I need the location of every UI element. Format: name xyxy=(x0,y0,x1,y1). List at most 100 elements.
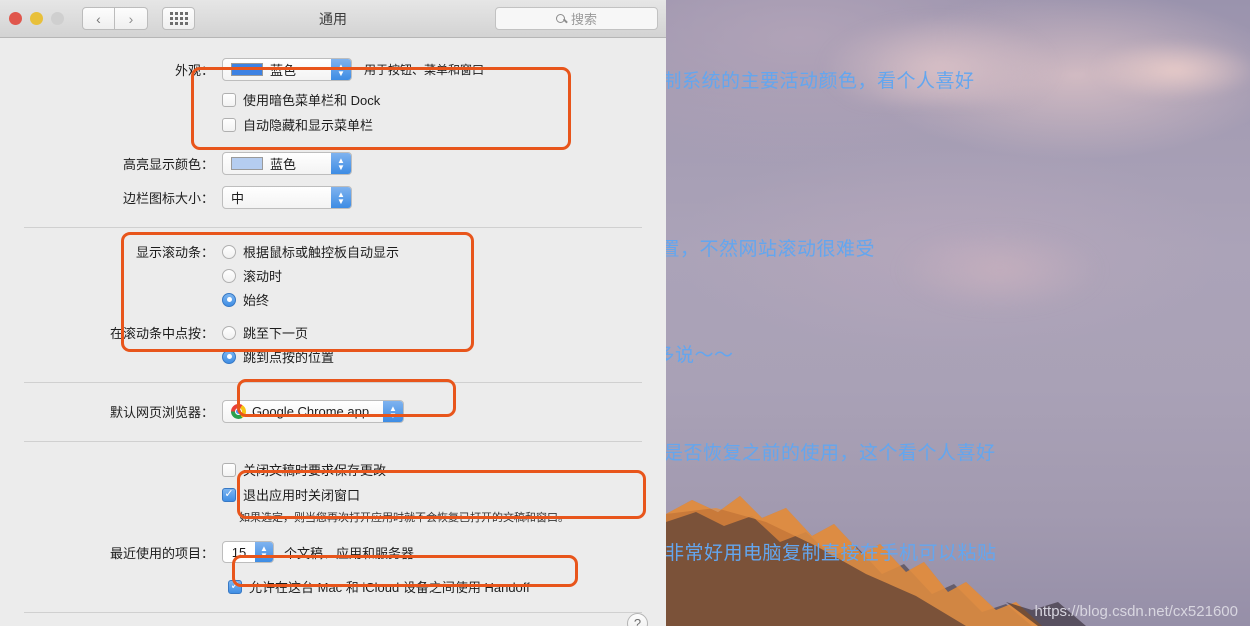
forward-button[interactable]: › xyxy=(115,7,148,30)
search-icon xyxy=(555,14,565,23)
default-browser-row: 默认网页浏览器： Google Chrome.app ▲ ▼ xyxy=(0,400,666,423)
scrollbar-option-when-scrolling[interactable]: 滚动时 xyxy=(222,266,282,285)
help-button[interactable]: ? xyxy=(627,613,648,626)
navigation-buttons: ‹ › xyxy=(82,7,148,30)
back-button[interactable]: ‹ xyxy=(82,7,115,30)
recent-items-suffix: 个文稿、应用和服务器 xyxy=(284,545,415,561)
dark-menubar-checkbox[interactable]: 使用暗色菜单栏和 Dock xyxy=(222,90,380,109)
mountain-ridge xyxy=(666,496,1086,626)
highlight-color-swatch xyxy=(231,157,263,170)
appearance-controls: 蓝色 ▲ ▼ 用于按钮、菜单和窗口 xyxy=(222,58,484,81)
appearance-popup[interactable]: 蓝色 ▲ ▼ xyxy=(222,58,352,81)
radio-button xyxy=(222,268,236,283)
handoff-label: 允许在这台 Mac 和 iCloud 设备之间使用 Handoff xyxy=(249,580,530,595)
checkbox-box-checked xyxy=(222,487,236,502)
radio-button-selected xyxy=(222,349,236,364)
chevron-updown-icon: ▲ ▼ xyxy=(331,187,351,208)
close-windows-checkbox[interactable]: 退出应用时关闭窗口 xyxy=(222,485,360,504)
search-input[interactable]: 搜索 xyxy=(495,7,658,30)
sidebar-icon-size-popup[interactable]: 中 ▲ ▼ xyxy=(222,186,352,209)
watermark-url: https://blog.csdn.net/cx521600 xyxy=(1034,603,1238,620)
sidebar-icon-size-value: 中 xyxy=(231,191,245,206)
radio-button xyxy=(222,325,236,340)
default-browser-label: 默认网页浏览器： xyxy=(109,405,214,420)
show-scrollbars-label: 显示滚动条： xyxy=(135,245,214,260)
scrollbar-option-auto[interactable]: 根据鼠标或触控板自动显示 xyxy=(222,242,399,261)
sidebar-icon-size-row: 边栏图标大小： 中 ▲ ▼ xyxy=(0,186,666,209)
stepper-arrows-icon[interactable]: ▲ ▼ xyxy=(255,542,273,562)
appearance-hint: 用于按钮、菜单和窗口 xyxy=(364,63,485,77)
recent-items-stepper[interactable]: 15 ▲ ▼ xyxy=(222,541,274,563)
ask-save-checkbox[interactable]: 关闭文稿时要求保存更改 xyxy=(222,460,386,479)
show-all-grid-icon[interactable] xyxy=(162,7,195,30)
highlight-color-value: 蓝色 xyxy=(270,157,297,172)
click-option-jump-to-spot[interactable]: 跳到点按的位置 xyxy=(222,347,334,366)
chevron-updown-icon: ▲ ▼ xyxy=(383,401,403,422)
dark-menubar-row: 使用暗色菜单栏和 Dock xyxy=(0,90,666,109)
window-controls xyxy=(0,12,64,25)
click-option-row: 跳到点按的位置 xyxy=(0,347,666,366)
window-titlebar: ‹ › 通用 搜索 xyxy=(0,0,666,38)
chevron-updown-icon: ▲ ▼ xyxy=(331,59,351,80)
close-button[interactable] xyxy=(9,12,22,25)
appearance-label: 外观： xyxy=(174,63,214,78)
radio-button xyxy=(222,244,236,259)
sidebar-icon-size-label: 边栏图标大小： xyxy=(122,191,214,206)
recent-items-label: 最近使用的项目： xyxy=(109,545,214,561)
default-browser-value: Google Chrome.app xyxy=(252,404,370,419)
click-scrollbar-row: 在滚动条中点按： 跳至下一页 xyxy=(0,323,666,342)
appearance-color-swatch xyxy=(231,63,263,76)
highlight-color-popup[interactable]: 蓝色 ▲ ▼ xyxy=(222,152,352,175)
annotation-restore: 是否恢复之前的使用，这个看个人喜好 xyxy=(664,442,996,464)
close-windows-label: 退出应用时关闭窗口 xyxy=(243,488,361,503)
default-browser-popup[interactable]: Google Chrome.app ▲ ▼ xyxy=(222,400,404,423)
divider xyxy=(24,441,642,442)
zoom-button xyxy=(51,12,64,25)
recent-items-value: 15 xyxy=(231,544,247,560)
radio-button-selected xyxy=(222,292,236,307)
recent-items-row: 最近使用的项目： 15 ▲ ▼ 个文稿、应用和服务器 xyxy=(0,541,666,563)
option-label: 根据鼠标或触控板自动显示 xyxy=(243,245,400,260)
option-label: 跳至下一页 xyxy=(243,326,309,341)
checkbox-box xyxy=(222,117,236,132)
ask-save-label: 关闭文稿时要求保存更改 xyxy=(243,463,387,478)
annotation-handoff: 这个非常好用电脑复制直接在手机可以粘贴 xyxy=(626,542,997,564)
scrollbar-option-row: 始终 xyxy=(0,290,666,309)
preferences-pane: 外观： 蓝色 ▲ ▼ 用于按钮、菜单和窗口 使用暗色菜单栏和 Dock 自动隐藏… xyxy=(0,58,666,626)
option-label: 始终 xyxy=(243,293,270,308)
close-windows-hint: 如果选定，则当您再次打开应用时就不会恢复已打开的文稿和窗口。 xyxy=(239,512,569,524)
checkbox-box xyxy=(222,92,236,107)
appearance-value: 蓝色 xyxy=(270,63,297,78)
divider xyxy=(24,227,642,228)
click-option-next-page[interactable]: 跳至下一页 xyxy=(222,323,308,342)
dark-menubar-label: 使用暗色菜单栏和 Dock xyxy=(243,93,381,108)
autohide-menubar-label: 自动隐藏和显示菜单栏 xyxy=(243,118,374,133)
close-windows-hint-row: 如果选定，则当您再次打开应用时就不会恢复已打开的文稿和窗口。 xyxy=(0,509,666,525)
minimize-button[interactable] xyxy=(30,12,43,25)
scrollbar-option-always[interactable]: 始终 xyxy=(222,290,269,309)
scrollbar-option-row: 滚动时 xyxy=(0,266,666,285)
divider xyxy=(24,382,642,383)
appearance-row: 外观： 蓝色 ▲ ▼ 用于按钮、菜单和窗口 xyxy=(0,58,666,81)
show-scrollbars-row: 显示滚动条： 根据鼠标或触控板自动显示 xyxy=(0,242,666,261)
system-preferences-window: ‹ › 通用 搜索 外观： 蓝色 ▲ ▼ 用于按钮、菜单和窗口 使用暗色菜单栏和… xyxy=(0,0,666,626)
divider xyxy=(24,612,642,613)
handoff-checkbox[interactable]: 允许在这台 Mac 和 iCloud 设备之间使用 Handoff xyxy=(228,577,530,596)
autohide-menubar-checkbox[interactable]: 自动隐藏和显示菜单栏 xyxy=(222,115,373,134)
cloud-shape xyxy=(1090,40,1250,100)
chrome-icon xyxy=(231,404,246,419)
checkbox-box-checked xyxy=(228,579,242,594)
click-scrollbar-label: 在滚动条中点按： xyxy=(109,326,214,341)
cloud-shape xyxy=(900,230,1100,310)
autohide-menubar-row: 自动隐藏和显示菜单栏 xyxy=(0,115,666,134)
grid-dots-icon xyxy=(169,12,188,25)
checkbox-box xyxy=(222,462,236,477)
close-windows-row: 退出应用时关闭窗口 xyxy=(0,485,666,504)
screen: 用来控制系统的主要活动颜色，看个人喜好 建议使用这个配置，不然网站滚动很难受 配… xyxy=(0,0,1250,626)
ask-save-row: 关闭文稿时要求保存更改 xyxy=(0,460,666,479)
handoff-row: 允许在这台 Mac 和 iCloud 设备之间使用 Handoff xyxy=(0,577,666,596)
highlight-color-row: 高亮显示颜色： 蓝色 ▲ ▼ xyxy=(0,152,666,175)
option-label: 滚动时 xyxy=(243,269,283,284)
search-placeholder: 搜索 xyxy=(570,12,597,27)
option-label: 跳到点按的位置 xyxy=(243,350,335,365)
